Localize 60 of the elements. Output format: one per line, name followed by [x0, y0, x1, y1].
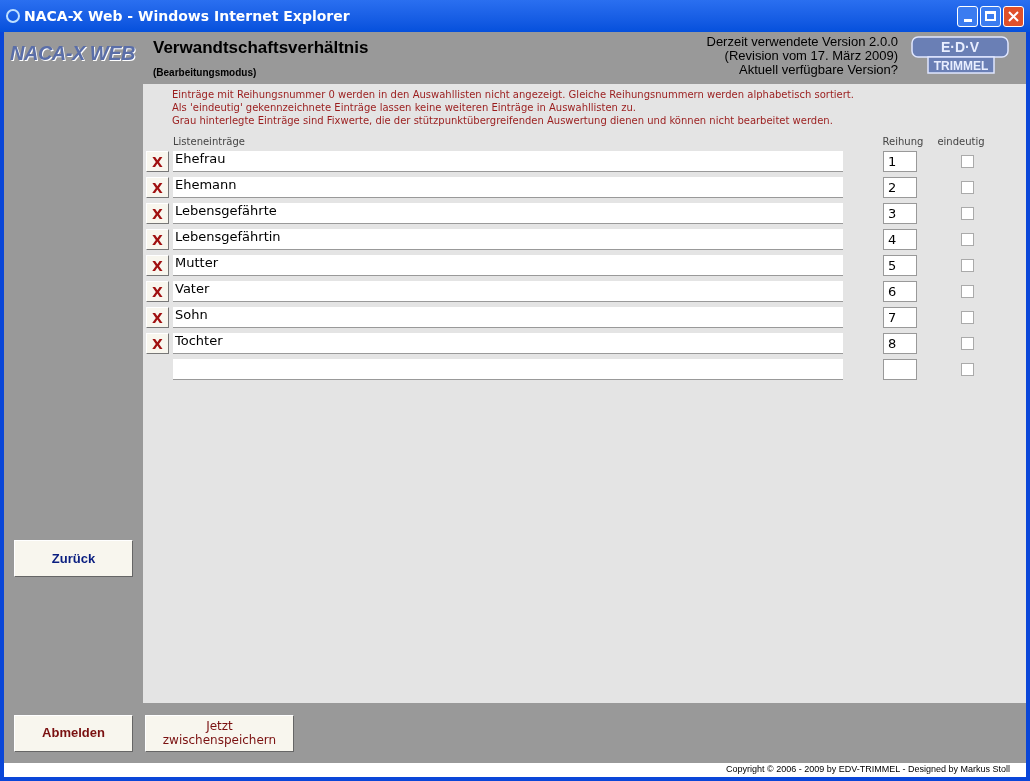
unique-checkbox[interactable]	[961, 285, 974, 298]
entry-field[interactable]: Ehemann	[173, 177, 843, 198]
minimize-button[interactable]	[957, 5, 978, 27]
close-button[interactable]	[1003, 5, 1024, 27]
close-icon	[1008, 10, 1019, 22]
company-logo: E·D·V TRIMMEL	[910, 35, 1010, 75]
info-text: Als 'eindeutig' gekennzeichnete Einträge lassen keine weiteren Einträge in Auswahllisten zu.	[172, 101, 637, 114]
info-text: Einträge mit Reihungsnummer 0 werden in den Auswahllisten nicht angezeigt. Gleiche Reihungsnummern werden alphabetisch sortiert.	[172, 88, 855, 101]
delete-button[interactable]: X	[146, 255, 169, 276]
unique-checkbox[interactable]	[961, 181, 974, 194]
column-header: Reihung	[881, 135, 925, 149]
page-title: Verwandtschaftsverhältnis	[153, 37, 369, 59]
unique-checkbox[interactable]	[961, 337, 974, 350]
entry-field[interactable]: Mutter	[173, 255, 843, 276]
entry-field[interactable]: Sohn	[173, 307, 843, 328]
entry-field[interactable]: Lebensgefährtin	[173, 229, 843, 250]
rank-field[interactable]: 7	[883, 307, 917, 328]
rank-field[interactable]: 3	[883, 203, 917, 224]
version-text: (Revision vom 17. März 2009)	[724, 49, 898, 63]
unique-checkbox[interactable]	[961, 233, 974, 246]
copyright-text: Copyright © 2006 - 2009 by EDV-TRIMMEL - Designed by Markus Stoll	[726, 763, 1010, 777]
maximize-button[interactable]	[980, 5, 1001, 27]
rank-field[interactable]: 5	[883, 255, 917, 276]
delete-button[interactable]: X	[146, 151, 169, 172]
entry-field[interactable]: Tochter	[173, 333, 843, 354]
save-button[interactable]: Jetzt zwischenspeichern	[145, 714, 294, 752]
back-button[interactable]: Zurück	[14, 540, 133, 577]
info-text: Grau hinterlegte Einträge sind Fixwerte, die der stützpunktübergreifenden Auswertung dienen und können nicht bearbeitet werden.	[172, 114, 834, 127]
rank-field[interactable]	[883, 359, 917, 380]
rank-field[interactable]: 1	[883, 151, 917, 172]
unique-checkbox[interactable]	[961, 155, 974, 168]
entry-field[interactable]	[173, 359, 843, 380]
version-text: Aktuell verfügbare Version?	[739, 63, 898, 77]
unique-checkbox[interactable]	[961, 311, 974, 324]
entry-field[interactable]: Ehefrau	[173, 151, 843, 172]
rank-field[interactable]: 8	[883, 333, 917, 354]
logout-button[interactable]: Abmelden	[14, 714, 133, 752]
unique-checkbox[interactable]	[961, 259, 974, 272]
delete-button[interactable]: X	[146, 177, 169, 198]
unique-checkbox[interactable]	[961, 363, 974, 376]
browser-icon	[6, 9, 20, 23]
column-header: Listeneinträge	[173, 135, 246, 149]
delete-button[interactable]: X	[146, 229, 169, 250]
window-title: NACA-X Web - Windows Internet Explorer	[24, 6, 351, 26]
page-subtitle: (Bearbeitungsmodus)	[153, 65, 258, 80]
version-text: Derzeit verwendete Version 2.0.0	[706, 35, 898, 49]
delete-button[interactable]: X	[146, 281, 169, 302]
delete-button[interactable]: X	[146, 333, 169, 354]
maximize-icon	[985, 11, 996, 21]
rank-field[interactable]: 2	[883, 177, 917, 198]
entry-field[interactable]: Vater	[173, 281, 843, 302]
delete-button[interactable]: X	[146, 307, 169, 328]
entry-field[interactable]: Lebensgefährte	[173, 203, 843, 224]
app-logo: NACA-X WEB	[10, 41, 135, 66]
rank-field[interactable]: 4	[883, 229, 917, 250]
delete-button[interactable]: X	[146, 203, 169, 224]
column-header: eindeutig	[936, 135, 986, 149]
rank-field[interactable]: 6	[883, 281, 917, 302]
minimize-icon	[963, 18, 972, 22]
unique-checkbox[interactable]	[961, 207, 974, 220]
